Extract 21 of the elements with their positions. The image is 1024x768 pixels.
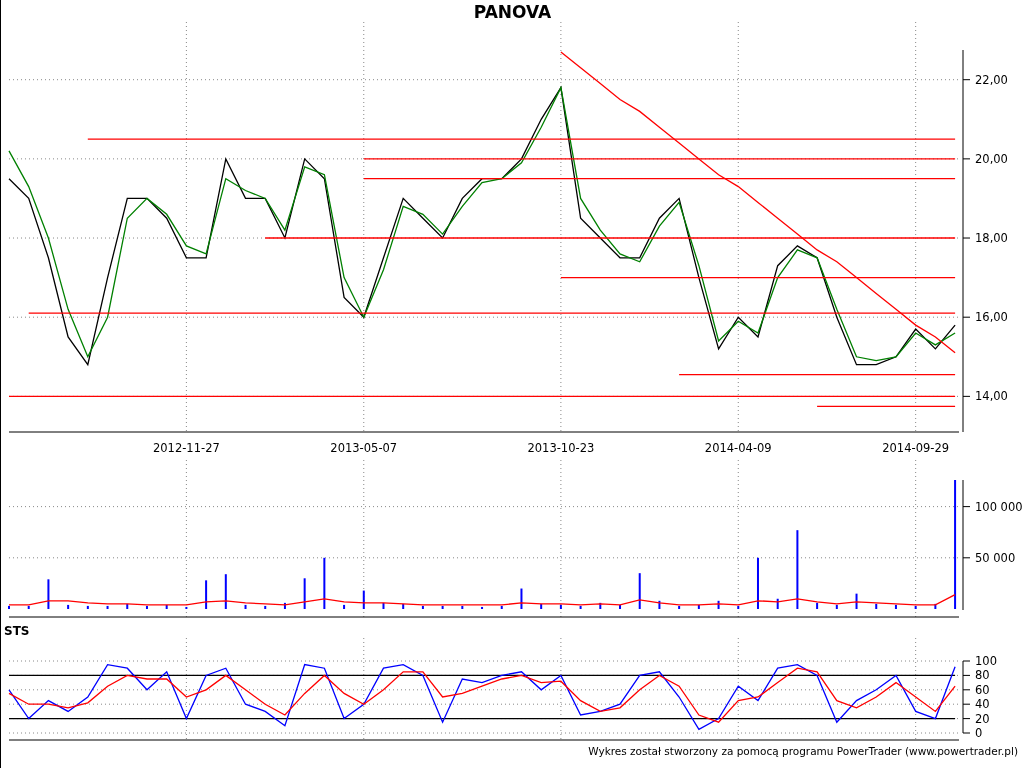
axis-label: 2014-04-09 [704,441,772,455]
chart-title: PANOVA [472,1,553,22]
axis-label: 60 [975,682,990,697]
axis-label: 100 000 [975,499,1023,514]
panel-label: STS [3,623,31,638]
axis-label: 0 [975,726,983,740]
axis-label: 20,00 [975,151,1008,166]
axis-label: 2012-11-27 [152,441,220,455]
axis-label: 16,00 [975,310,1008,325]
axis-label: 2013-10-23 [527,441,595,455]
axis-label: 2014-09-29 [882,441,950,455]
axis-label: 100 [975,654,997,668]
axis-label: 18,00 [975,231,1008,246]
axis-label: 2013-05-07 [330,441,398,455]
axis-label: 20 [975,711,990,726]
axis-label: 14,00 [975,389,1008,404]
axis-label: 22,00 [975,72,1008,87]
axis-label: 80 [975,668,990,683]
axis-label: 50 000 [975,550,1016,565]
footer-note: Wykres został stworzony za pomocą programu PowerTrader (www.powertrader.pl) [588,745,1018,757]
axis-label: 40 [975,697,990,712]
